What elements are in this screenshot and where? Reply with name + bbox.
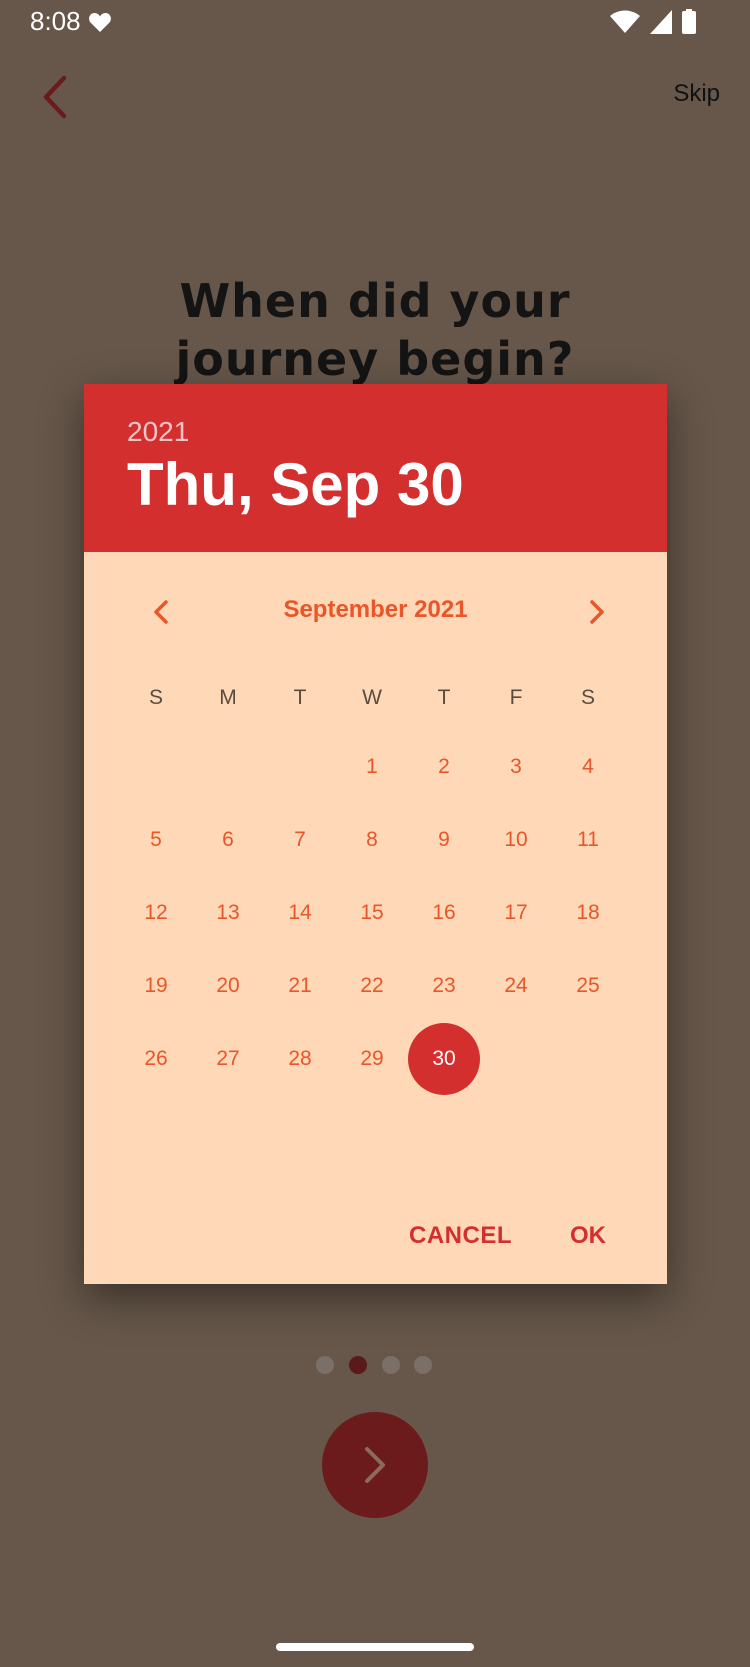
cancel-button[interactable]: CANCEL xyxy=(409,1222,512,1250)
calendar-day[interactable]: 5 xyxy=(120,804,192,876)
calendar-day[interactable]: 9 xyxy=(408,804,480,876)
date-picker-dialog: 2021 Thu, Sep 30 September 2021 SMTWTFS … xyxy=(84,384,667,1284)
status-bar: 8:08 xyxy=(0,0,750,44)
heart-icon xyxy=(89,13,111,32)
calendar-day[interactable]: 10 xyxy=(480,804,552,876)
calendar-day[interactable]: 26 xyxy=(120,1023,192,1095)
calendar-day[interactable]: 13 xyxy=(192,877,264,949)
calendar-day[interactable]: 12 xyxy=(120,877,192,949)
selected-day[interactable]: 30 xyxy=(408,1023,480,1095)
calendar-day[interactable]: 14 xyxy=(264,877,336,949)
calendar-day[interactable]: 15 xyxy=(336,877,408,949)
calendar-day[interactable]: 27 xyxy=(192,1023,264,1095)
wifi-icon xyxy=(610,10,640,33)
next-button[interactable] xyxy=(322,1412,428,1518)
calendar-day[interactable]: 19 xyxy=(120,950,192,1022)
calendar-day[interactable]: 17 xyxy=(480,877,552,949)
calendar-day[interactable]: 24 xyxy=(480,950,552,1022)
page-indicator xyxy=(316,1356,436,1376)
calendar-day[interactable]: 25 xyxy=(552,950,624,1022)
calendar-day[interactable]: 11 xyxy=(552,804,624,876)
calendar-day[interactable]: 2 xyxy=(408,731,480,803)
dialog-actions: CANCEL OK xyxy=(84,1222,667,1262)
calendar-day[interactable]: 16 xyxy=(408,877,480,949)
calendar-day[interactable]: 28 xyxy=(264,1023,336,1095)
calendar-day[interactable]: 22 xyxy=(336,950,408,1022)
calendar-day[interactable]: 21 xyxy=(264,950,336,1022)
calendar-day[interactable]: 4 xyxy=(552,731,624,803)
page-dot-2 xyxy=(349,1356,367,1374)
chevron-left-icon xyxy=(43,75,67,119)
calendar-day[interactable]: 18 xyxy=(552,877,624,949)
page-dot-3 xyxy=(382,1356,400,1374)
calendar-day[interactable]: 23 xyxy=(408,950,480,1022)
skip-button[interactable]: Skip xyxy=(673,80,720,108)
page-title: When did your journey begin? xyxy=(175,274,575,386)
home-indicator[interactable] xyxy=(276,1643,474,1651)
page-dot-1 xyxy=(316,1356,334,1374)
calendar-day[interactable]: 3 xyxy=(480,731,552,803)
calendar-day[interactable]: 1 xyxy=(336,731,408,803)
status-time: 8:08 xyxy=(30,6,81,36)
signal-icon xyxy=(650,10,672,34)
status-icons xyxy=(610,0,750,44)
battery-icon xyxy=(682,9,696,34)
page-dot-4 xyxy=(414,1356,432,1374)
calendar-day[interactable]: 29 xyxy=(336,1023,408,1095)
calendar-grid: 1 2 3 4 5 6 7 8 9 10 11 12 13 14 15 16 17 18 19 20 21 22 23 24 2… xyxy=(84,384,667,1284)
calendar-day[interactable]: 6 xyxy=(192,804,264,876)
ok-button[interactable]: OK xyxy=(570,1222,606,1250)
calendar-day[interactable]: 7 xyxy=(264,804,336,876)
calendar-day[interactable]: 8 xyxy=(336,804,408,876)
back-button[interactable] xyxy=(36,72,76,122)
calendar-day[interactable]: 20 xyxy=(192,950,264,1022)
chevron-right-icon xyxy=(365,1447,385,1483)
